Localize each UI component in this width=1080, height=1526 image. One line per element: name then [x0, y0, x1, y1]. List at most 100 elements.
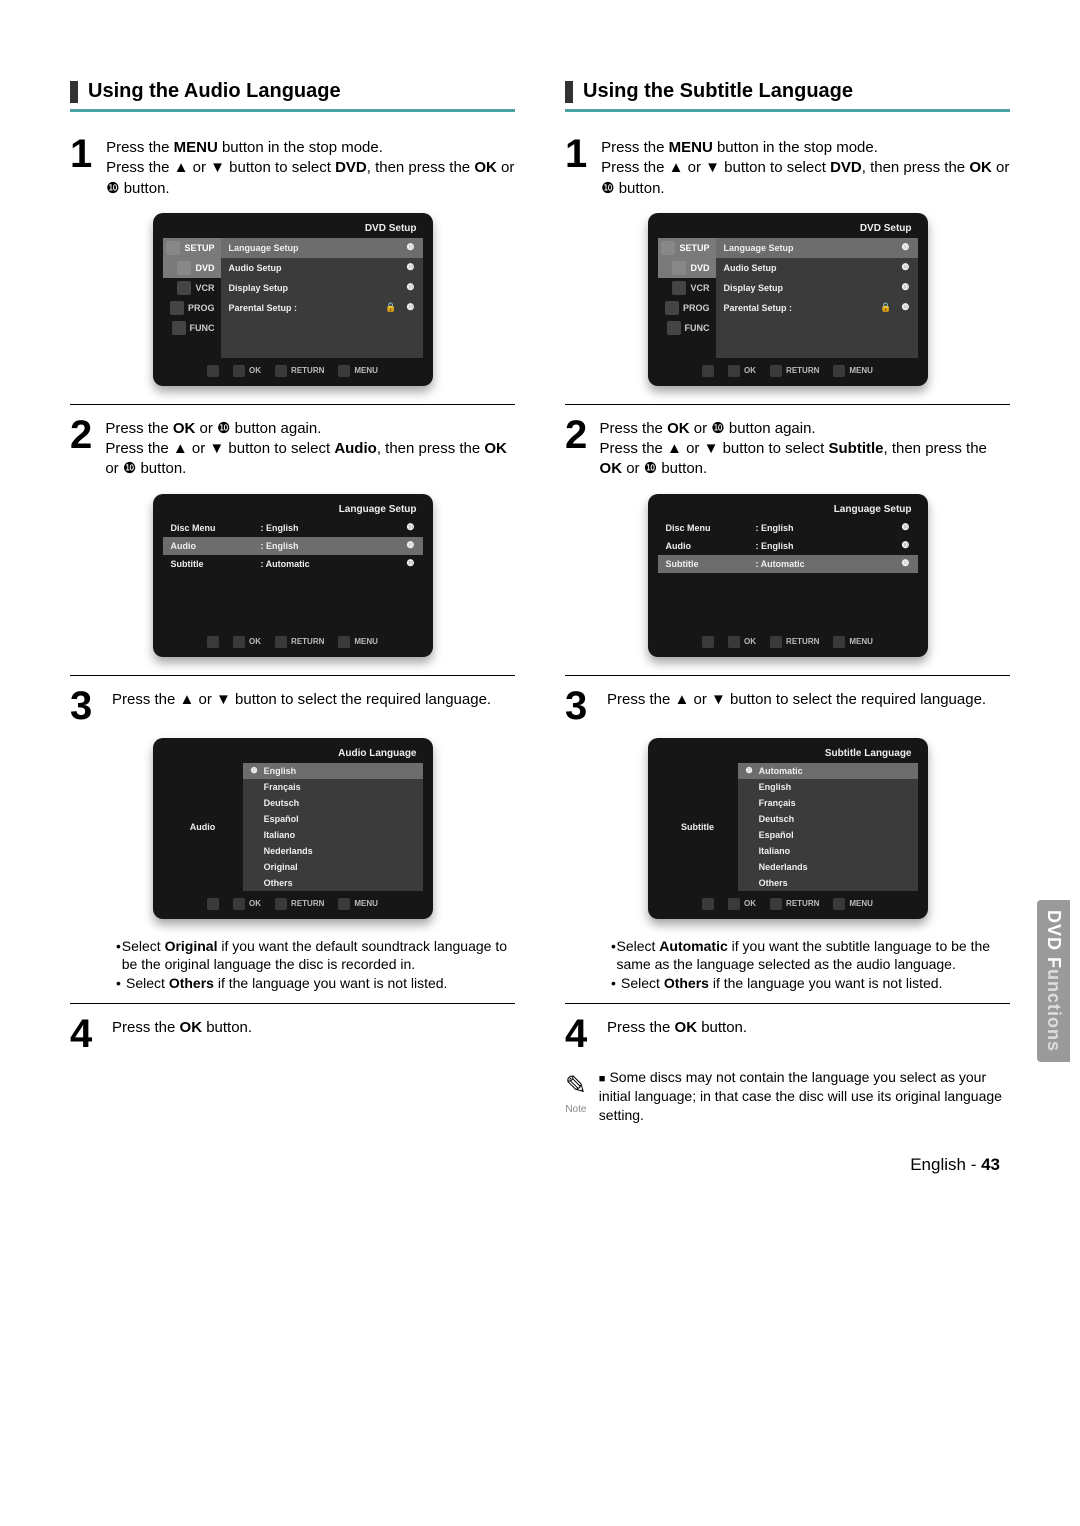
osd-option-list: ❿English❿Français❿Deutsch❿Español❿Italia… — [243, 763, 423, 891]
nav-icon — [702, 898, 714, 910]
step-text: Press the OK button. — [112, 1016, 252, 1052]
step-text: Press the ▲ or ▼ button to select the re… — [112, 688, 491, 724]
step-number: 1 — [565, 136, 601, 199]
note-label: Note — [565, 1103, 587, 1117]
step-text: Press the OK or ❿ button again.Press the… — [105, 417, 515, 480]
step-number: 3 — [70, 688, 112, 724]
osd-menu-row: Audio Setup❿ — [221, 258, 423, 278]
step-number: 2 — [70, 417, 105, 480]
osd-side-tab: PROG — [658, 298, 716, 318]
osd-lang-row: Disc Menu: English❿ — [658, 519, 918, 537]
osd-main-menu: Language Setup❿Audio Setup❿Display Setup… — [716, 238, 918, 358]
osd-main-menu: Language Setup❿Audio Setup❿Display Setup… — [221, 238, 423, 358]
osd-option: ❿Français — [243, 779, 423, 795]
osd-side-tab: VCR — [658, 278, 716, 298]
osd-title: Language Setup — [163, 502, 423, 519]
osd-side-tab: SETUP — [163, 238, 221, 258]
osd-lang-row: Disc Menu: English❿ — [163, 519, 423, 537]
divider — [565, 1003, 1010, 1004]
side-tab-dvd-functions: DVD Functions — [1037, 900, 1070, 1062]
footer-page: 43 — [981, 1155, 1000, 1174]
osd-title: DVD Setup — [163, 221, 423, 238]
section-title-left: Using the Audio Language — [70, 80, 515, 103]
osd-lang-row: Subtitle: Automatic❿ — [658, 555, 918, 573]
osd-title: Subtitle Language — [658, 746, 918, 763]
osd-option: ❿Español — [738, 827, 918, 843]
square-bullet-icon: ■ — [599, 1073, 606, 1085]
nav-icon — [702, 636, 714, 648]
osd-side-tab: DVD — [163, 258, 221, 278]
osd-footer: OKRETURNMENU — [163, 633, 423, 651]
osd-dvd-setup-right: DVD Setup SETUPDVDVCRPROGFUNC Language S… — [648, 213, 928, 386]
pencil-icon: ✎ — [565, 1068, 587, 1103]
osd-subtitle-language: Subtitle Language Subtitle ❿Automatic❿En… — [648, 738, 928, 919]
osd-dvd-setup-left: DVD Setup SETUPDVDVCRPROGFUNC Language S… — [153, 213, 433, 386]
nav-icon — [702, 365, 714, 377]
divider-teal — [70, 109, 515, 112]
osd-option: ❿English — [243, 763, 423, 779]
osd-footer: OKRETURNMENU — [658, 362, 918, 380]
divider — [565, 675, 1010, 676]
osd-side-tab: SETUP — [658, 238, 716, 258]
divider — [70, 675, 515, 676]
bullet-item: •Select Automatic if you want the subtit… — [611, 937, 1010, 975]
step-number: 4 — [70, 1016, 112, 1052]
footer-language: English — [910, 1155, 966, 1174]
osd-footer: OKRETURNMENU — [163, 362, 423, 380]
osd-option: ❿English — [738, 779, 918, 795]
step-1-left: 1 Press the MENU button in the stop mode… — [70, 136, 515, 199]
osd-footer: OKRETURNMENU — [658, 633, 918, 651]
osd-lang-rows: Disc Menu: English❿Audio: English❿Subtit… — [658, 519, 918, 573]
step-2-left: 2 Press the OK or ❿ button again.Press t… — [70, 417, 515, 480]
osd-side-tab: FUNC — [658, 318, 716, 338]
step-1-right: 1 Press the MENU button in the stop mode… — [565, 136, 1010, 199]
step-text: Press the MENU button in the stop mode.P… — [106, 136, 515, 199]
two-column-layout: Using the Audio Language 1 Press the MEN… — [70, 80, 1010, 1125]
step-text: Press the OK button. — [607, 1016, 747, 1052]
footer-sep: - — [966, 1155, 981, 1174]
step-text: Press the ▲ or ▼ button to select the re… — [607, 688, 986, 724]
osd-menu-row: Language Setup❿ — [221, 238, 423, 258]
osd-option: ❿Nederlands — [243, 843, 423, 859]
osd-option: ❿Deutsch — [243, 795, 423, 811]
nav-icon — [207, 898, 219, 910]
osd-menu-row: Display Setup❿ — [221, 278, 423, 298]
osd-footer: OKRETURNMENU — [163, 895, 423, 913]
osd-left-label: Subtitle — [658, 763, 738, 891]
osd-side-tab: VCR — [163, 278, 221, 298]
osd-option: ❿Français — [738, 795, 918, 811]
osd-option: ❿Italiano — [243, 827, 423, 843]
section-title-right: Using the Subtitle Language — [565, 80, 1010, 103]
step-number: 1 — [70, 136, 106, 199]
osd-menu-row: Audio Setup❿ — [716, 258, 918, 278]
osd-option: ❿Deutsch — [738, 811, 918, 827]
bullet-item: •Select Original if you want the default… — [116, 937, 515, 975]
step-text: Press the OK or ❿ button again.Press the… — [600, 417, 1010, 480]
osd-option: ❿Others — [243, 875, 423, 891]
osd-left-label: Audio — [163, 763, 243, 891]
bullets-right: •Select Automatic if you want the subtit… — [611, 937, 1010, 994]
osd-side-tabs: SETUPDVDVCRPROGFUNC — [163, 238, 221, 358]
side-tab-bold: DVD F — [1044, 910, 1064, 969]
title-bar-icon — [70, 81, 78, 103]
osd-lang-row: Audio: English❿ — [658, 537, 918, 555]
divider — [70, 404, 515, 405]
osd-lang-rows: Disc Menu: English❿Audio: English❿Subtit… — [163, 519, 423, 573]
step-3-left: 3 Press the ▲ or ▼ button to select the … — [70, 688, 515, 724]
osd-menu-row: Language Setup❿ — [716, 238, 918, 258]
osd-footer: OKRETURNMENU — [658, 895, 918, 913]
osd-side-tabs: SETUPDVDVCRPROGFUNC — [658, 238, 716, 358]
step-3-right: 3 Press the ▲ or ▼ button to select the … — [565, 688, 1010, 724]
note-text: ■Some discs may not contain the language… — [599, 1068, 1010, 1125]
osd-menu-row: Parental Setup :🔒❿ — [221, 298, 423, 318]
osd-side-tab: PROG — [163, 298, 221, 318]
osd-audio-language: Audio Language Audio ❿English❿Français❿D… — [153, 738, 433, 919]
step-text: Press the MENU button in the stop mode.P… — [601, 136, 1010, 199]
note-icon: ✎ Note — [565, 1068, 587, 1125]
nav-icon — [207, 636, 219, 648]
right-column: Using the Subtitle Language 1 Press the … — [565, 80, 1010, 1125]
osd-lang-row: Subtitle: Automatic❿ — [163, 555, 423, 573]
step-4-left: 4 Press the OK button. — [70, 1016, 515, 1052]
osd-option: ❿Original — [243, 859, 423, 875]
osd-title: DVD Setup — [658, 221, 918, 238]
